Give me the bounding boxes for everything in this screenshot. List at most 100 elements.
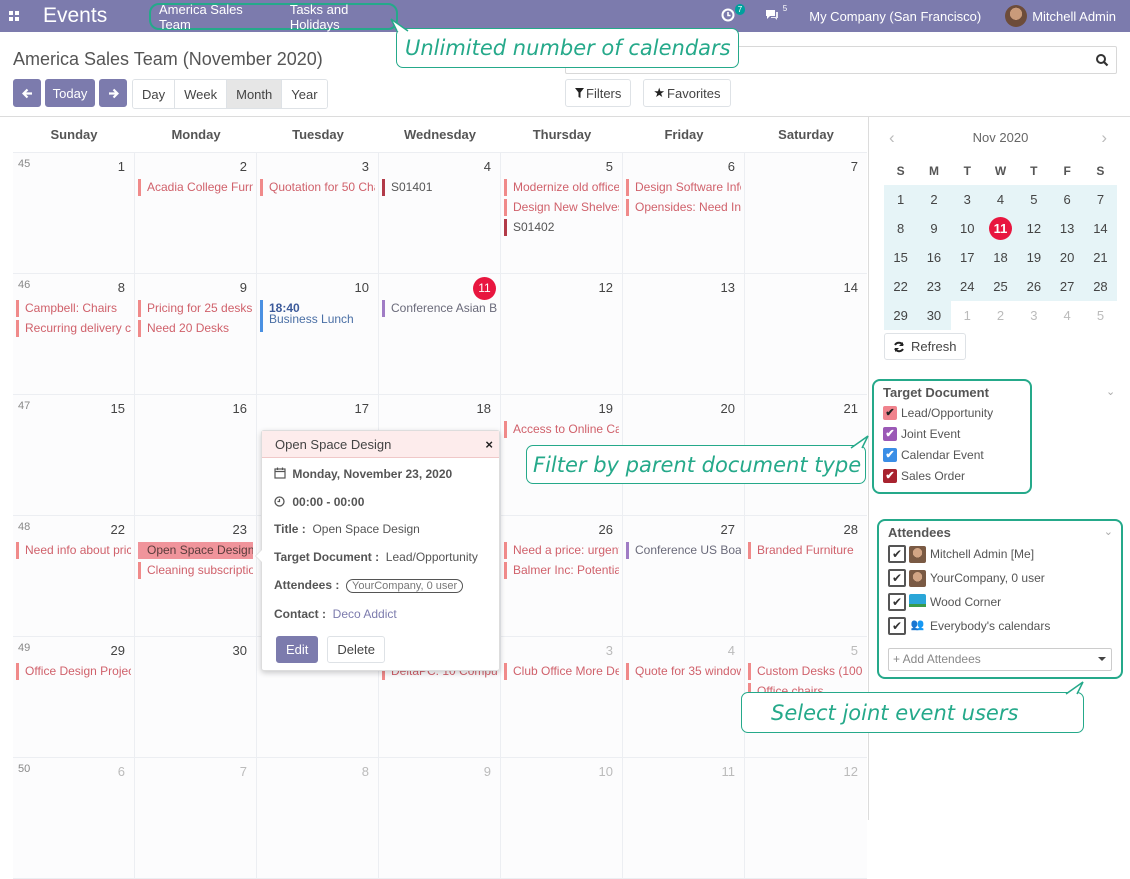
calendar-event[interactable]: Design New Shelves — [504, 199, 619, 216]
day-cell[interactable]: 7 — [135, 758, 257, 878]
edit-button[interactable]: Edit — [276, 636, 319, 663]
close-icon[interactable]: × — [485, 431, 493, 458]
day-cell[interactable]: 46 8 Campbell: Chairs Recurring delivery co — [13, 274, 135, 394]
target-document-option[interactable]: ✔ Joint Event — [883, 423, 1021, 444]
user-menu[interactable]: Mitchell Admin — [1032, 9, 1116, 24]
checkbox-checked[interactable]: ✔ — [883, 447, 897, 462]
checkbox-checked[interactable]: ✔ — [888, 545, 906, 563]
delete-button[interactable]: Delete — [327, 636, 385, 663]
mini-day[interactable]: 26 — [1017, 272, 1051, 301]
mini-day[interactable]: 7 — [1083, 185, 1118, 214]
mini-day[interactable]: 14 — [1083, 214, 1118, 243]
calendar-tab-sales-team[interactable]: America Sales Team — [159, 2, 272, 32]
attendee-option[interactable]: ✔ 👥 Everybody's calendars — [888, 614, 1112, 638]
mini-day[interactable]: 19 — [1017, 243, 1051, 272]
calendar-event[interactable]: Acadia College Furni — [138, 179, 253, 196]
day-cell[interactable]: 3 Club Office More Des — [501, 637, 623, 757]
mini-next-icon[interactable]: › — [1101, 125, 1107, 151]
calendar-event[interactable]: Need a price: urgent — [504, 542, 619, 559]
checkbox-checked[interactable]: ✔ — [883, 426, 897, 441]
target-document-option[interactable]: ✔ Lead/Opportunity — [883, 402, 1021, 423]
day-cell[interactable]: 3 Quotation for 50 Cha — [257, 153, 379, 273]
day-cell[interactable]: 49 29 Office Design Project — [13, 637, 135, 757]
calendar-event[interactable]: Branded Furniture — [748, 542, 864, 559]
mini-day[interactable]: 22 — [884, 272, 918, 301]
view-week-button[interactable]: Week — [175, 80, 228, 108]
day-cell[interactable]: 13 — [623, 274, 745, 394]
mini-prev-icon[interactable]: ‹ — [889, 125, 895, 151]
calendar-event[interactable]: Design Software Info — [626, 179, 741, 196]
user-avatar[interactable] — [1005, 5, 1028, 27]
mini-day[interactable]: 18 — [983, 243, 1018, 272]
calendar-event[interactable]: Club Office More Des — [504, 663, 619, 680]
day-cell[interactable]: 23 Open Space Design Cleaning subscription — [135, 516, 257, 636]
day-cell[interactable]: 11 — [623, 758, 745, 878]
mini-day[interactable]: 1 — [884, 185, 918, 214]
mini-day-other-month[interactable]: 2 — [983, 301, 1018, 330]
mini-day[interactable]: 3 — [950, 185, 984, 214]
day-cell[interactable]: 47 15 — [13, 395, 135, 515]
mini-day[interactable]: 9 — [917, 214, 951, 243]
target-document-option[interactable]: ✔ Sales Order — [883, 465, 1021, 486]
calendar-event[interactable]: 18:40 Business Lunch — [260, 300, 375, 332]
day-cell[interactable]: 9 — [379, 758, 501, 878]
calendar-tab-tasks-holidays[interactable]: Tasks and Holidays — [290, 2, 396, 32]
calendar-event[interactable]: Pricing for 25 desks — [138, 300, 253, 317]
mini-day[interactable]: 20 — [1050, 243, 1084, 272]
mini-day-other-month[interactable]: 1 — [950, 301, 984, 330]
favorites-button[interactable]: ★ Favorites — [643, 79, 731, 107]
mini-day[interactable]: 4 — [983, 185, 1018, 214]
view-month-button[interactable]: Month — [227, 80, 283, 108]
day-cell[interactable]: 4 S01401 — [379, 153, 501, 273]
mini-day[interactable]: 6 — [1050, 185, 1084, 214]
calendar-event[interactable]: S01402 — [504, 219, 619, 236]
mini-day[interactable]: 30 — [917, 301, 951, 330]
messages-button[interactable]: 5 — [765, 4, 787, 24]
day-cell[interactable]: 5 Modernize old offices Design New Shelves… — [501, 153, 623, 273]
calendar-event[interactable]: Modernize old offices — [504, 179, 619, 196]
calendar-event[interactable]: Open Space Design — [138, 542, 253, 559]
calendar-event[interactable]: Quotation for 50 Cha — [260, 179, 375, 196]
mini-day[interactable]: 15 — [884, 243, 918, 272]
day-cell[interactable]: 9 Pricing for 25 desks Need 20 Desks — [135, 274, 257, 394]
calendar-event[interactable]: Office Design Project — [16, 663, 131, 680]
mini-day-other-month[interactable]: 3 — [1017, 301, 1051, 330]
chevron-down-icon[interactable]: ⌄ — [1104, 525, 1113, 538]
calendar-event[interactable]: S01401 — [382, 179, 497, 196]
checkbox-checked[interactable]: ✔ — [888, 593, 906, 611]
checkbox-checked[interactable]: ✔ — [888, 617, 906, 635]
day-cell[interactable]: 28 Branded Furniture — [745, 516, 867, 636]
mini-day-other-month[interactable]: 4 — [1050, 301, 1084, 330]
contact-link[interactable]: Deco Addict — [333, 607, 397, 621]
calendar-event[interactable]: Campbell: Chairs — [16, 300, 131, 317]
apps-menu-icon[interactable] — [9, 11, 19, 21]
mini-day[interactable]: 27 — [1050, 272, 1084, 301]
day-cell[interactable]: 2 Acadia College Furni — [135, 153, 257, 273]
view-day-button[interactable]: Day — [133, 80, 176, 108]
company-switcher[interactable]: My Company (San Francisco) — [809, 9, 981, 24]
chevron-down-icon[interactable]: ⌄ — [1106, 385, 1115, 398]
mini-day[interactable]: 8 — [884, 214, 918, 243]
target-document-option[interactable]: ✔ Calendar Event — [883, 444, 1021, 465]
day-cell[interactable]: 45 1 — [13, 153, 135, 273]
day-cell[interactable]: 10 — [501, 758, 623, 878]
mini-day[interactable]: 25 — [983, 272, 1018, 301]
calendar-event[interactable]: Opensides: Need Inf — [626, 199, 741, 216]
mini-day[interactable]: 28 — [1083, 272, 1118, 301]
calendar-event[interactable]: Balmer Inc: Potential — [504, 562, 619, 579]
calendar-event[interactable]: Cleaning subscription — [138, 562, 253, 579]
day-cell[interactable]: 11 Conference Asian Bo — [379, 274, 501, 394]
activity-button[interactable]: 7 — [721, 3, 746, 25]
mini-day[interactable]: 5 — [1017, 185, 1051, 214]
filters-button[interactable]: Filters — [565, 79, 632, 107]
calendar-event[interactable]: Conference US Boar — [626, 542, 741, 559]
mini-day[interactable]: 13 — [1050, 214, 1084, 243]
day-cell[interactable]: 7 — [745, 153, 867, 273]
mini-day[interactable]: 12 — [1017, 214, 1051, 243]
calendar-event[interactable]: Recurring delivery co — [16, 320, 131, 337]
mini-day[interactable]: 10 — [950, 214, 984, 243]
checkbox-checked[interactable]: ✔ — [888, 569, 906, 587]
mini-day[interactable]: 11 — [983, 214, 1018, 243]
day-cell[interactable]: 30 — [135, 637, 257, 757]
day-cell[interactable]: 12 — [745, 758, 867, 878]
